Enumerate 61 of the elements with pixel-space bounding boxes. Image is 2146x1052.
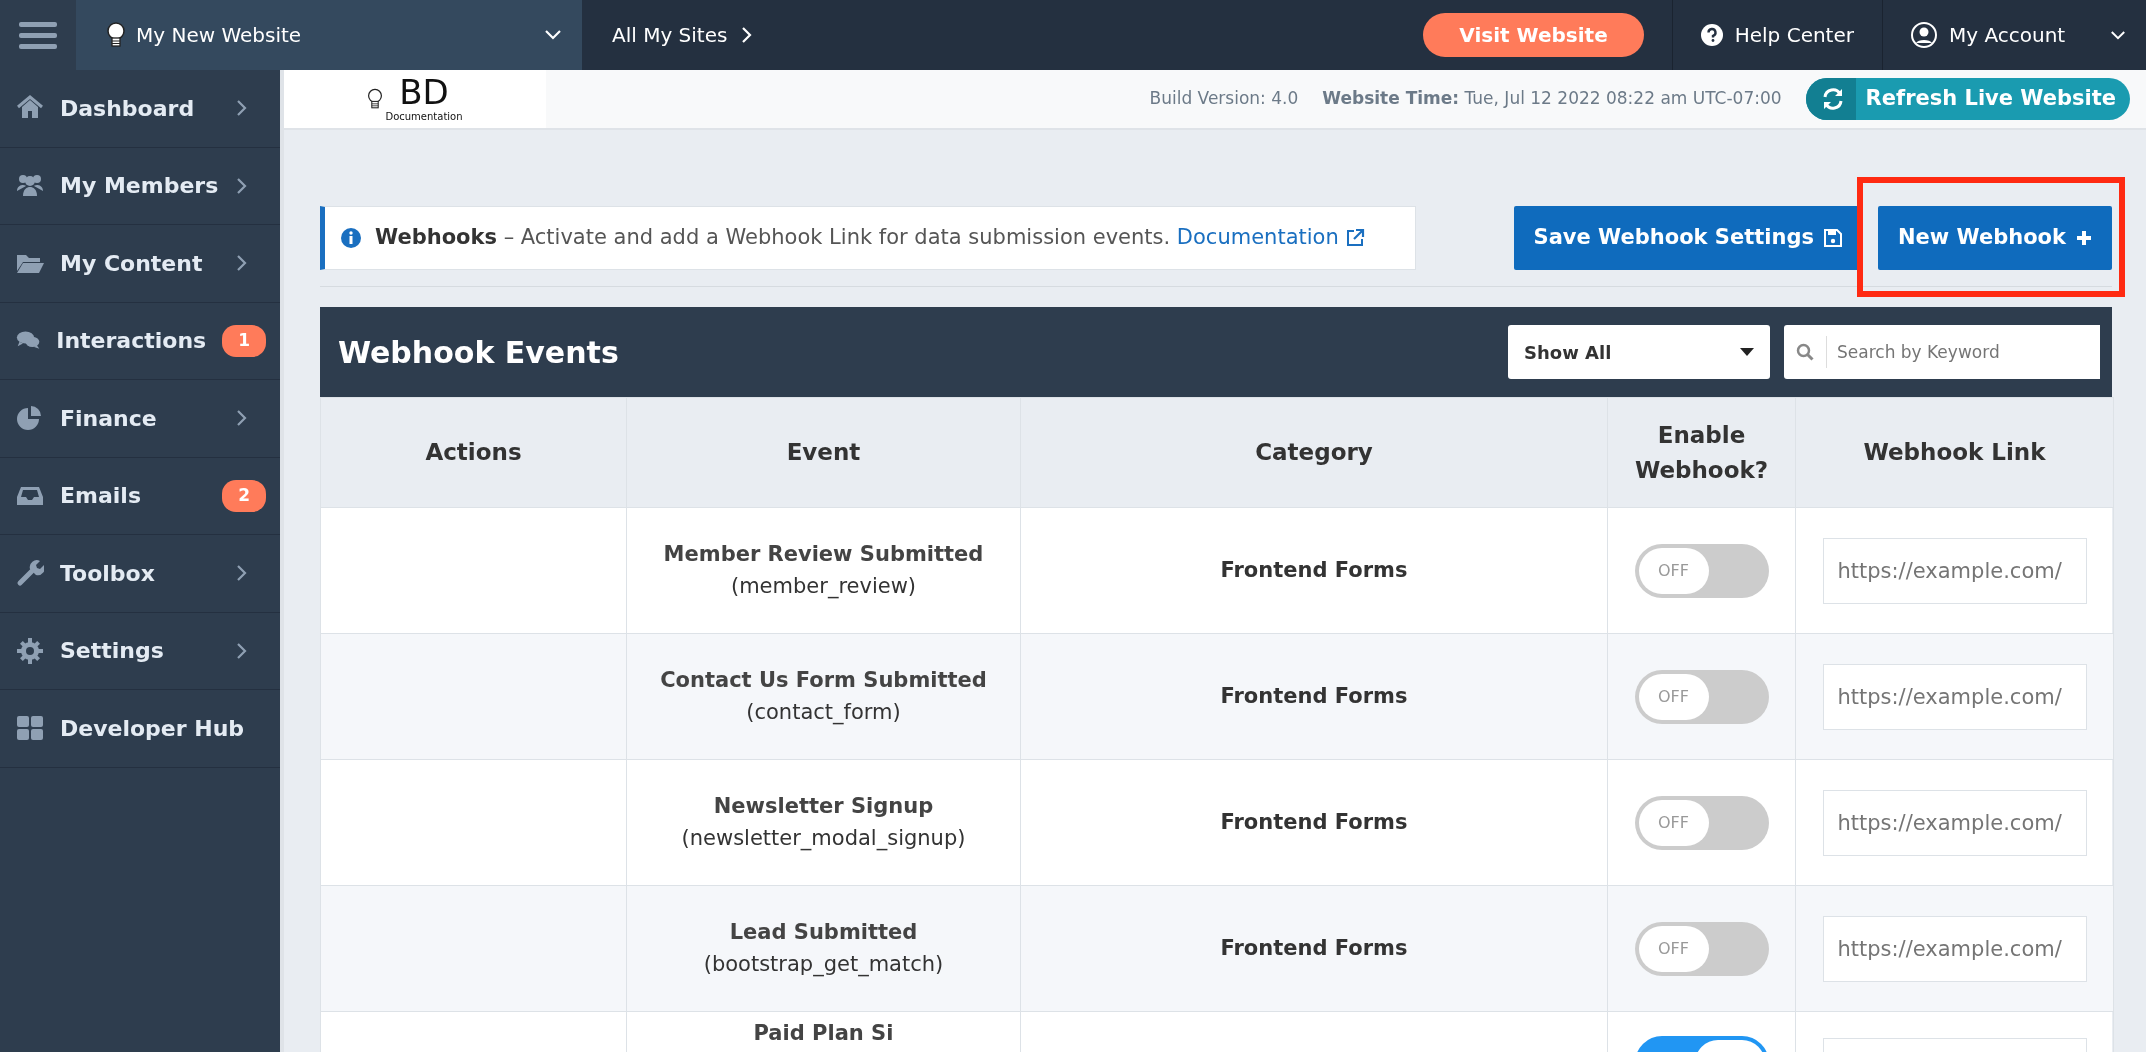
category-text: Frontend Forms [1220, 809, 1408, 834]
webhook-link-field[interactable]: https://example.com/ [1822, 537, 2087, 604]
sidebar-item[interactable]: Dashboard [0, 70, 280, 148]
caret-icon [1740, 348, 1754, 356]
sidebar-item[interactable]: My Members [0, 147, 280, 225]
lightbulb-icon [106, 20, 126, 50]
category-text: Frontend Forms [1220, 557, 1408, 582]
info-icon [341, 228, 361, 248]
help-icon [1700, 24, 1723, 46]
column-header: Category [1020, 397, 1608, 508]
chevron-down-icon [2110, 29, 2126, 41]
sidebar-item[interactable]: Emails 2 [0, 457, 280, 535]
chevron-right-icon [741, 26, 754, 44]
website-time: Website Time: Tue, Jul 12 2022 08:22 am UTC-07:00 [1322, 87, 1782, 111]
event-code: (member_review) [729, 572, 918, 601]
user-icon [1911, 22, 1937, 48]
category-text: Frontend Forms [1220, 683, 1408, 708]
webhook-link-field[interactable]: https://example.com/ [1822, 789, 2087, 856]
documentation-link[interactable]: Documentation [1176, 225, 1366, 250]
site-logo: BD Documentation [284, 70, 546, 128]
category-text: Frontend Forms [1220, 935, 1408, 960]
count-badge: 1 [222, 325, 266, 357]
menu-button[interactable] [0, 0, 76, 70]
event-code: (newsletter_modal_signup) [680, 824, 967, 853]
grid-icon [16, 714, 44, 743]
webhook-link-field[interactable]: https://example.com/ [1822, 915, 2087, 982]
column-header: Actions [320, 397, 627, 508]
wrench-icon [16, 559, 44, 588]
panel-header: Webhook Events Show All Search by Keyword [320, 307, 2112, 397]
search-icon [1796, 343, 1814, 361]
event-name: Paid Plan Si [752, 1020, 895, 1047]
all-sites-link[interactable]: All My Sites [582, 0, 784, 70]
event-name: Contact Us Form Submitted [659, 667, 988, 694]
pie-chart-icon [16, 404, 44, 433]
count-badge: 2 [222, 480, 266, 512]
external-link-icon [1345, 228, 1366, 249]
chevron-down-icon [544, 29, 562, 41]
sidebar-item[interactable]: My Content [0, 225, 280, 303]
event-code: (bootstrap_get_match) [702, 950, 945, 979]
sidebar-item[interactable]: Finance [0, 380, 280, 458]
plus-icon [2076, 230, 2092, 246]
refresh-icon [1821, 88, 1844, 110]
gear-icon [16, 636, 44, 665]
column-header: Enable Webhook? [1607, 397, 1796, 508]
column-header: Event [626, 397, 1021, 508]
webhook-link-field[interactable]: https://example.com/ [1822, 663, 2087, 730]
menu-icon [19, 20, 57, 50]
event-name: Lead Submitted [728, 919, 919, 946]
event-code: (contact_form) [745, 698, 902, 727]
sidebar-item[interactable]: Settings [0, 612, 280, 690]
notice-text: Webhooks – Activate and add a Webhook Link for data submission events. Documentation [375, 222, 1366, 254]
event-name: Newsletter Signup [712, 793, 935, 820]
new-webhook-button[interactable]: New Webhook [1878, 206, 2112, 270]
sidebar-item[interactable]: Interactions 1 [0, 302, 280, 380]
column-header: Webhook Link [1795, 397, 2114, 508]
sidebar-item[interactable]: Toolbox [0, 535, 280, 613]
event-name: Member Review Submitted [662, 541, 985, 568]
site-selector[interactable]: My New Website [76, 0, 582, 70]
build-version: Build Version: 4.0 [1149, 87, 1299, 111]
filter-dropdown[interactable]: Show All [1508, 325, 1770, 379]
sidebar-item[interactable]: Developer Hub [0, 690, 280, 768]
